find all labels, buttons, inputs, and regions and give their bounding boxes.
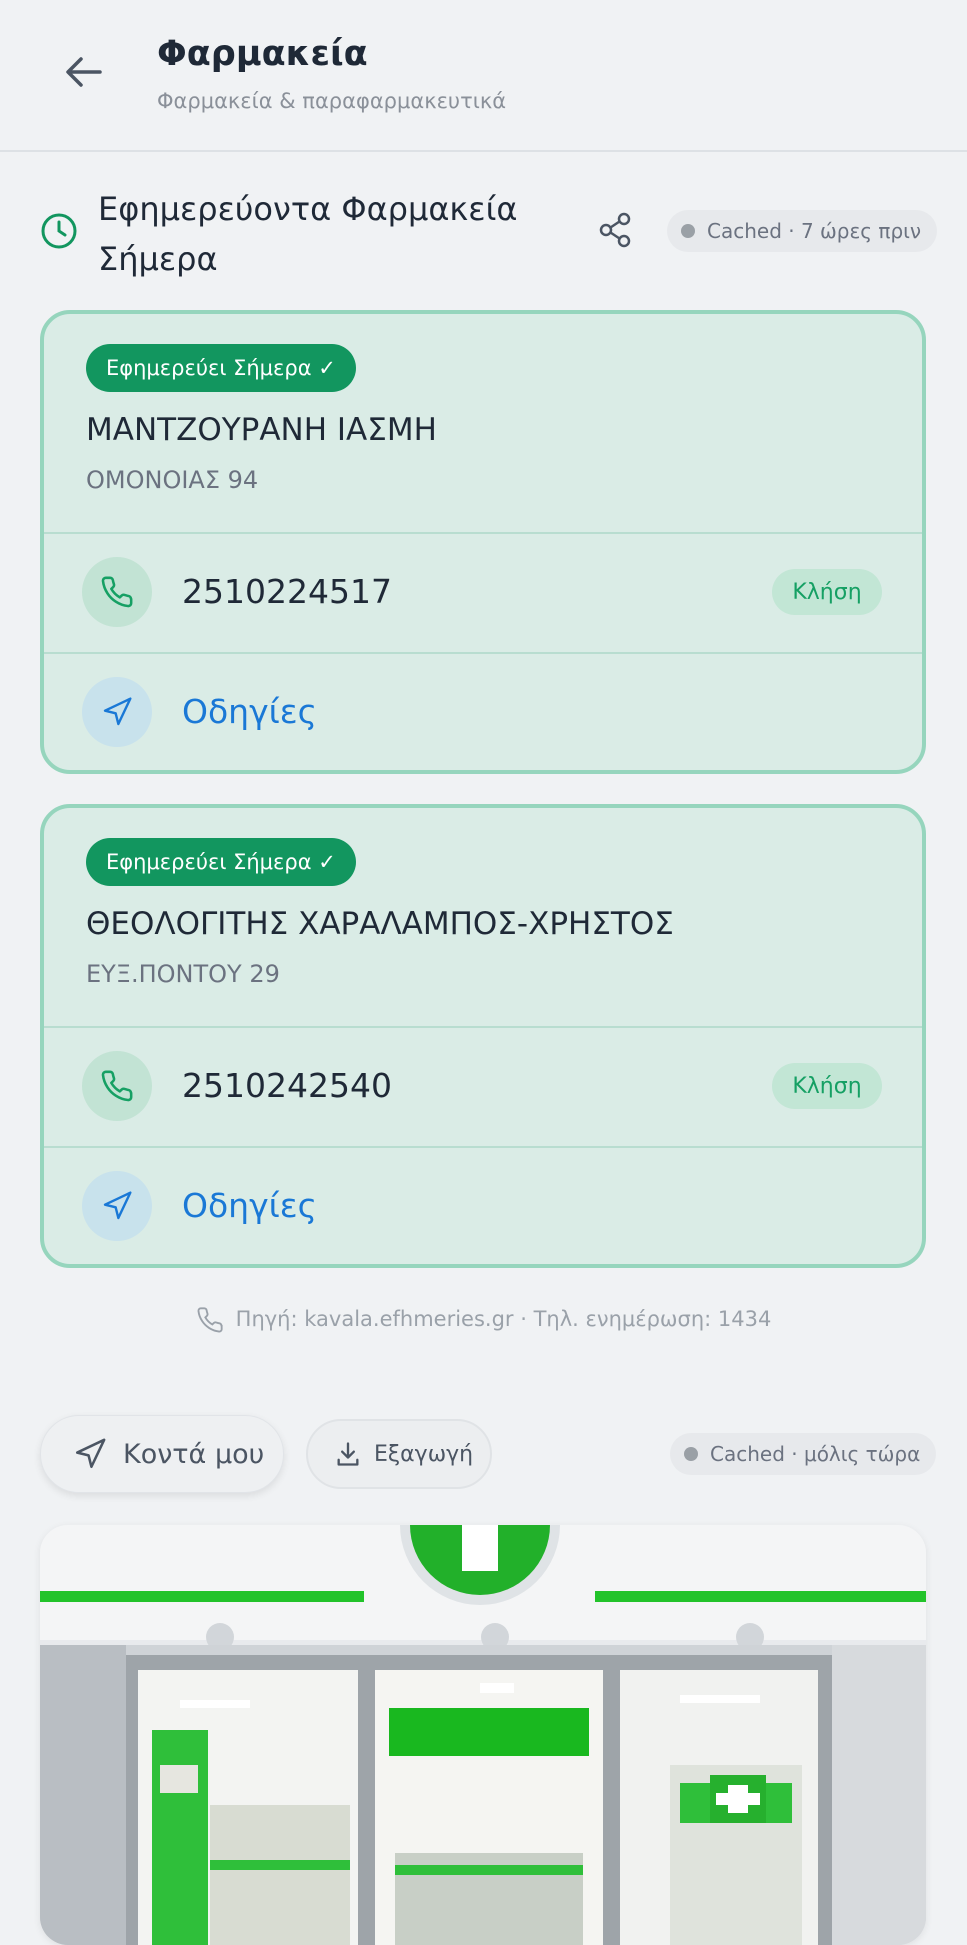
on-duty-badge: Εφημερεύει Σήμερα ✓: [86, 838, 356, 886]
pharmacy-card: Εφημερεύει Σήμερα ✓ ΘΕΟΛΟΓΙΤΗΣ ΧΑΡΑΛΑΜΠΟ…: [40, 804, 926, 1268]
clock-icon: [41, 213, 77, 249]
divider: [44, 652, 922, 654]
navigation-arrow-icon: [75, 1438, 106, 1469]
status-dot: [681, 224, 695, 238]
source-info: Πηγή: kavala.efhmeries.gr · Τηλ. ενημέρω…: [0, 1306, 967, 1334]
share-icon: [599, 212, 631, 248]
navigation-icon-circle: [82, 1171, 152, 1241]
divider: [44, 1026, 922, 1028]
phone-icon-circle: [82, 557, 152, 627]
pharmacy-name: ΜΑΝΤΖΟΥΡΑΝΗ ΙΑΣΜΗ: [86, 412, 437, 448]
cache-status-text: Cached · 7 ώρες πριν: [707, 219, 922, 243]
navigation-icon-circle: [82, 677, 152, 747]
page-subtitle: Φαρμακεία & παραφαρμακευτικά: [157, 89, 507, 113]
call-button[interactable]: Κλήση: [772, 569, 882, 615]
navigation-arrow-icon: [103, 697, 132, 726]
on-duty-badge: Εφημερεύει Σήμερα ✓: [86, 344, 356, 392]
share-button[interactable]: [596, 210, 636, 250]
call-button[interactable]: Κλήση: [772, 1063, 882, 1109]
app-header: Φαρμακεία Φαρμακεία & παραφαρμακευτικά: [0, 0, 967, 152]
arrow-left-icon: [66, 57, 102, 87]
cache-status-badge: Cached · 7 ώρες πριν: [667, 210, 938, 252]
pharmacy-photo: [40, 1525, 926, 1945]
near-me-button[interactable]: Κοντά μου: [40, 1415, 284, 1493]
phone-number[interactable]: 2510224517: [182, 572, 392, 611]
pharmacy-address: ΟΜΟΝΟΙΑΣ 94: [86, 466, 259, 494]
status-dot: [684, 1447, 698, 1461]
page-title: Φαρμακεία: [157, 34, 368, 74]
divider: [44, 1146, 922, 1148]
divider: [44, 532, 922, 534]
back-button[interactable]: [60, 48, 108, 96]
directions-link[interactable]: Οδηγίες: [182, 692, 317, 731]
near-me-label: Κοντά μου: [123, 1438, 265, 1470]
on-duty-section-header: Εφημερεύοντα Φαρμακεία Σήμερα Cached · 7…: [0, 180, 967, 290]
pharmacy-storefront-image: [40, 1525, 926, 1945]
export-button[interactable]: Εξαγωγή: [306, 1419, 492, 1489]
section-title: Εφημερεύοντα Φαρμακεία Σήμερα: [98, 190, 518, 278]
source-text: Πηγή: kavala.efhmeries.gr · Τηλ. ενημέρω…: [235, 1307, 772, 1331]
phone-number[interactable]: 2510242540: [182, 1066, 392, 1105]
pharmacy-card: Εφημερεύει Σήμερα ✓ ΜΑΝΤΖΟΥΡΑΝΗ ΙΑΣΜΗ ΟΜ…: [40, 310, 926, 774]
export-label: Εξαγωγή: [374, 1441, 474, 1467]
phone-icon: [101, 1070, 133, 1102]
directions-link[interactable]: Οδηγίες: [182, 1186, 317, 1225]
cache-status-badge: Cached · μόλις τώρα: [670, 1433, 937, 1475]
download-icon: [337, 1442, 359, 1466]
navigation-arrow-icon: [103, 1191, 132, 1220]
phone-icon: [197, 1307, 223, 1333]
phone-icon: [101, 576, 133, 608]
pharmacy-name: ΘΕΟΛΟΓΙΤΗΣ ΧΑΡΑΛΑΜΠΟΣ-ΧΡΗΣΤΟΣ: [86, 906, 674, 942]
pharmacy-address: ΕΥΞ.ΠΟΝΤΟΥ 29: [86, 960, 280, 988]
cache-status-text: Cached · μόλις τώρα: [710, 1442, 921, 1466]
phone-icon-circle: [82, 1051, 152, 1121]
